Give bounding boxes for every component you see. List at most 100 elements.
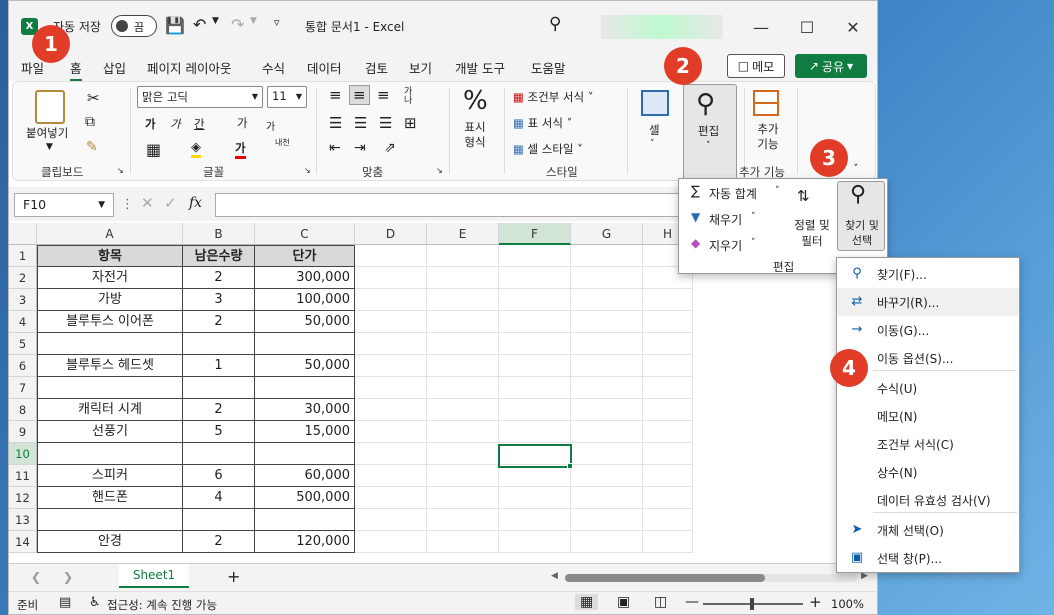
cell-e5[interactable] xyxy=(427,333,499,355)
cell-g4[interactable] xyxy=(571,311,643,333)
cell-a9[interactable]: 선풍기 xyxy=(37,421,183,443)
row-header-8[interactable]: 8 xyxy=(9,399,37,421)
row-header-3[interactable]: 3 xyxy=(9,289,37,311)
menu-item-1[interactable]: ⇄ 바꾸기(R)... xyxy=(837,288,1019,316)
save-icon[interactable]: 💾 xyxy=(165,16,185,35)
cell-f13[interactable] xyxy=(499,509,571,531)
redo-dropdown-icon[interactable]: ▼ xyxy=(250,16,257,26)
row-header-12[interactable]: 12 xyxy=(9,487,37,509)
cell-a14[interactable]: 안경 xyxy=(37,531,183,553)
cell-e11[interactable] xyxy=(427,465,499,487)
cell-c11[interactable]: 60,000 xyxy=(255,465,355,487)
cell-c1[interactable]: 단가 xyxy=(255,245,355,267)
row-header-1[interactable]: 1 xyxy=(9,245,37,267)
search-icon[interactable]: ⚲ xyxy=(549,14,561,34)
row-header-4[interactable]: 4 xyxy=(9,311,37,333)
cell-a7[interactable] xyxy=(37,377,183,399)
zoom-slider-thumb[interactable] xyxy=(750,598,754,610)
redo-icon[interactable]: ↷ xyxy=(231,15,244,34)
account-area[interactable] xyxy=(601,15,723,39)
column-header-c[interactable]: C xyxy=(255,223,355,245)
cancel-icon[interactable]: ✕ xyxy=(141,194,154,212)
cell-g11[interactable] xyxy=(571,465,643,487)
cell-h8[interactable] xyxy=(643,399,693,421)
tab-page-layout[interactable]: 페이지 레이아웃 xyxy=(147,58,231,77)
cell-e3[interactable] xyxy=(427,289,499,311)
cell-c9[interactable]: 15,000 xyxy=(255,421,355,443)
row-header-10[interactable]: 10 xyxy=(9,443,37,465)
copy-icon[interactable]: ⧉ xyxy=(85,114,95,130)
cell-a10[interactable] xyxy=(37,443,183,465)
close-button[interactable]: ✕ xyxy=(833,9,873,45)
tab-view[interactable]: 보기 xyxy=(409,58,432,77)
tab-developer[interactable]: 개발 도구 xyxy=(455,58,505,77)
row-header-7[interactable]: 7 xyxy=(9,377,37,399)
cell-g13[interactable] xyxy=(571,509,643,531)
cell-h13[interactable] xyxy=(643,509,693,531)
accessibility-icon[interactable]: ♿ xyxy=(89,595,101,610)
cell-h7[interactable] xyxy=(643,377,693,399)
cell-a6[interactable]: 블루투스 헤드셋 xyxy=(37,355,183,377)
minimize-button[interactable]: — xyxy=(741,9,781,45)
cell-f8[interactable] xyxy=(499,399,571,421)
scrollbar-thumb[interactable] xyxy=(565,574,765,582)
cell-g6[interactable] xyxy=(571,355,643,377)
cell-c14[interactable]: 120,000 xyxy=(255,531,355,553)
align-left-icon[interactable]: ☰ xyxy=(329,114,342,132)
merge-icon[interactable]: ⊞ xyxy=(404,114,417,132)
cell-c8[interactable]: 30,000 xyxy=(255,399,355,421)
cell-g1[interactable] xyxy=(571,245,643,267)
collapse-ribbon-icon[interactable]: ˅ xyxy=(853,162,859,175)
align-bottom-icon[interactable]: ≡ xyxy=(377,86,390,104)
paste-dropdown-icon[interactable]: ▼ xyxy=(46,142,53,152)
fill-handle[interactable] xyxy=(567,463,573,469)
autosave-toggle[interactable]: 끔 xyxy=(111,15,157,37)
cell-b10[interactable] xyxy=(183,443,255,465)
cell-e8[interactable] xyxy=(427,399,499,421)
orientation-icon[interactable]: ⇗ xyxy=(384,140,396,156)
row-header-11[interactable]: 11 xyxy=(9,465,37,487)
cell-a8[interactable]: 캐릭터 시계 xyxy=(37,399,183,421)
cell-c2[interactable]: 300,000 xyxy=(255,267,355,289)
cell-a12[interactable]: 핸드폰 xyxy=(37,487,183,509)
wrap-text-button[interactable]: 가나 xyxy=(404,88,420,106)
cell-f1[interactable] xyxy=(499,245,571,267)
cell-e4[interactable] xyxy=(427,311,499,333)
zoom-out-icon[interactable]: — xyxy=(685,594,699,610)
addins-button[interactable]: 추가 기능 xyxy=(754,122,782,152)
menu-item-7[interactable]: 상수(N) xyxy=(837,458,1019,486)
cell-d2[interactable] xyxy=(355,267,427,289)
clear-button[interactable]: 지우기 xyxy=(709,237,742,254)
cell-a13[interactable] xyxy=(37,509,183,531)
memo-button[interactable]: □ 메모 xyxy=(727,54,785,78)
cells-icon[interactable] xyxy=(641,90,669,116)
editing-button[interactable]: ⚲ 편집 ˅ xyxy=(683,84,737,180)
align-top-icon[interactable]: ≡ xyxy=(329,86,342,104)
cell-d6[interactable] xyxy=(355,355,427,377)
cut-icon[interactable]: ✂ xyxy=(87,89,100,107)
tab-insert[interactable]: 삽입 xyxy=(103,58,126,77)
cell-b11[interactable]: 6 xyxy=(183,465,255,487)
next-sheet-icon[interactable]: ❯ xyxy=(63,570,73,584)
column-header-g[interactable]: G xyxy=(571,223,643,245)
align-right-icon[interactable]: ☰ xyxy=(379,114,392,132)
select-all-corner[interactable] xyxy=(9,223,37,245)
decrease-indent-icon[interactable]: ⇤ xyxy=(329,140,341,156)
font-color-button[interactable]: 가 xyxy=(235,140,246,159)
cell-g3[interactable] xyxy=(571,289,643,311)
cell-h3[interactable] xyxy=(643,289,693,311)
menu-item-5[interactable]: 메모(N) xyxy=(837,402,1019,430)
column-header-a[interactable]: A xyxy=(37,223,183,245)
active-cell[interactable] xyxy=(498,444,572,468)
zoom-in-icon[interactable]: + xyxy=(809,593,822,611)
fill-button[interactable]: 채우기 xyxy=(709,211,742,228)
paste-button[interactable]: 붙여넣기 xyxy=(26,125,68,141)
cell-f2[interactable] xyxy=(499,267,571,289)
cell-h10[interactable] xyxy=(643,443,693,465)
horizontal-scrollbar[interactable] xyxy=(565,574,857,582)
cell-b2[interactable]: 2 xyxy=(183,267,255,289)
cell-h5[interactable] xyxy=(643,333,693,355)
cell-b1[interactable]: 남은수량 xyxy=(183,245,255,267)
cell-g10[interactable] xyxy=(571,443,643,465)
cell-e9[interactable] xyxy=(427,421,499,443)
